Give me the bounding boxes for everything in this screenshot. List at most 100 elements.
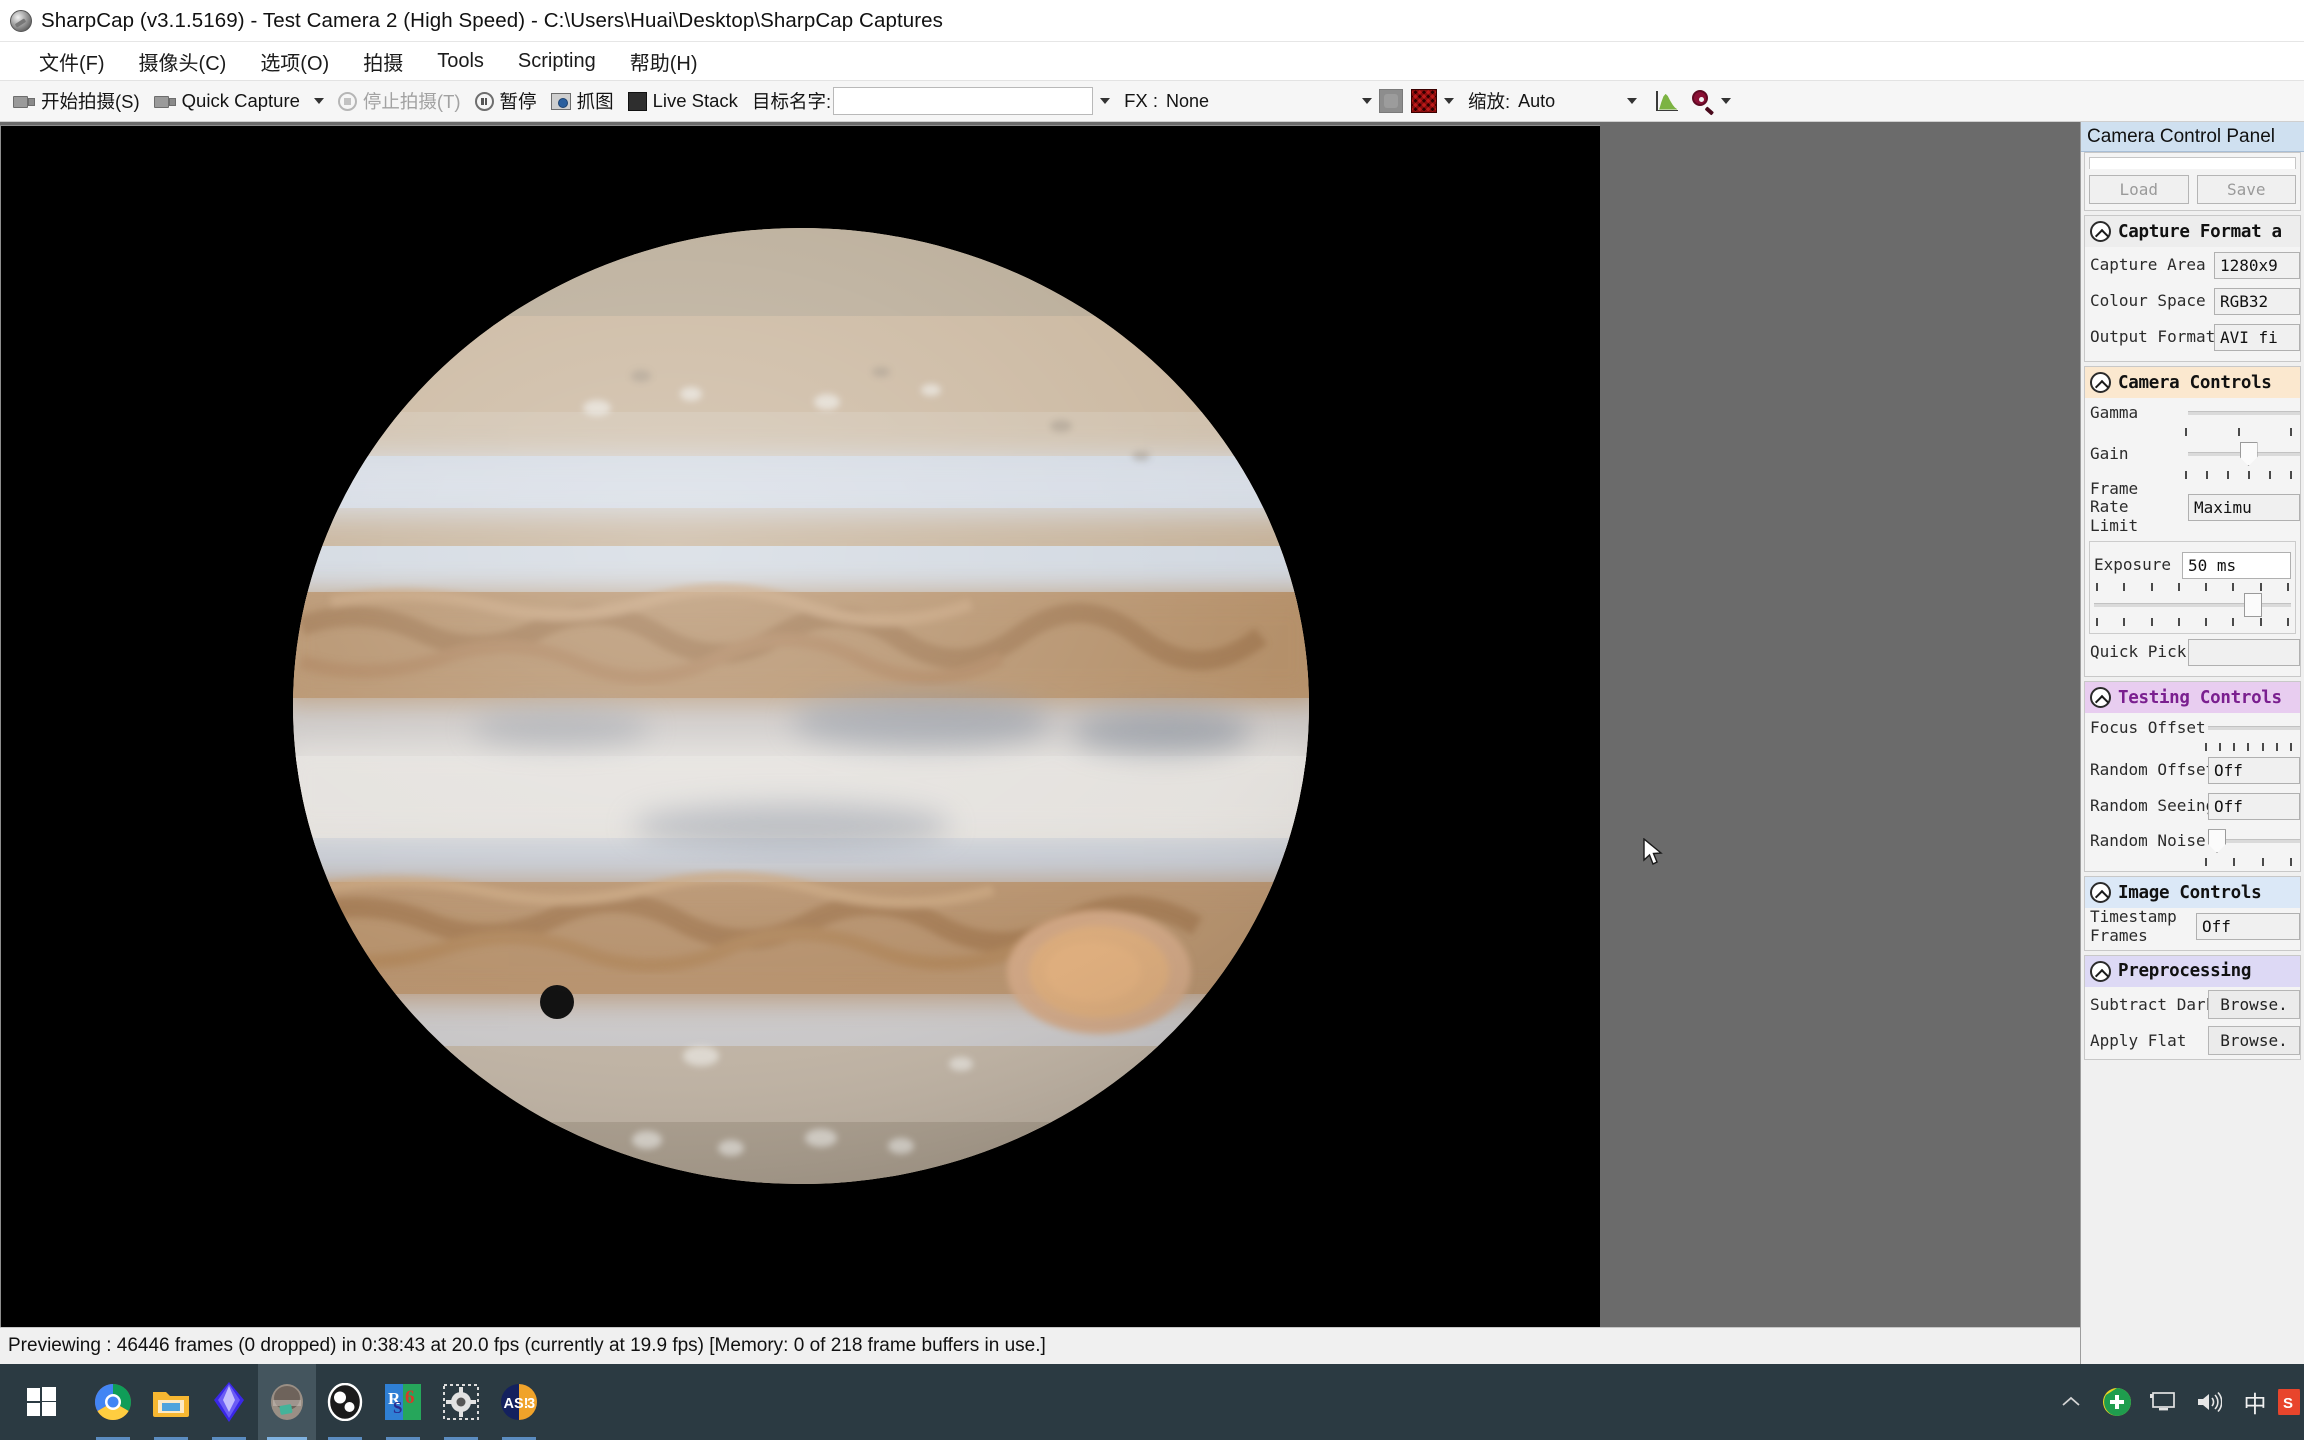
value-quick-picks[interactable] [2188,638,2300,666]
menu-tools[interactable]: Tools [420,46,501,77]
menu-options[interactable]: 选项(O) [243,43,346,80]
live-stack-button[interactable]: Live Stack [621,84,745,118]
ime-chinese-icon[interactable]: 中 [2232,1364,2278,1440]
zoom-select[interactable]: Auto [1512,87,1620,115]
value-exposure[interactable]: 50 ms [2182,551,2291,579]
group-header-preprocessing[interactable]: Preprocessing [2085,955,2300,987]
subtract-dark-browse-button[interactable]: Browse. [2208,990,2300,1020]
file-explorer-icon[interactable] [142,1364,200,1440]
registax-icon[interactable]: R S 6 [374,1364,432,1440]
diamond-app-icon[interactable] [200,1364,258,1440]
value-capture-area[interactable]: 1280x9 [2214,251,2300,279]
row-capture-area: Capture Area 1280x9 [2085,247,2300,283]
live-stack-label: Live Stack [652,90,738,111]
label-subtract-dark: Subtract Dark [2090,994,2216,1014]
quick-capture-button[interactable]: Quick Capture [147,84,307,118]
profile-group: Load Save [2084,152,2301,211]
collapse-chevron-up-icon[interactable] [2090,882,2111,904]
group-title-image-controls: Image Controls [2118,882,2262,903]
fx-label: FX : [1124,90,1158,111]
svg-text:6: 6 [405,1387,415,1408]
start-capture-label: 开始拍摄(S) [41,91,140,112]
menu-camera[interactable]: 摄像头(C) [122,43,244,80]
exposure-slider-ticks-bottom [2094,618,2291,627]
group-header-testing-controls[interactable]: Testing Controls [2085,682,2300,714]
network-monitor-icon[interactable] [2140,1364,2186,1440]
zoom-label-wrap: 缩放: [1461,84,1512,118]
row-output-format: Output Format AVI fi [2085,319,2300,355]
volume-speaker-icon[interactable] [2186,1364,2232,1440]
preview-canvas[interactable] [0,125,1600,1327]
stop-icon [337,91,357,111]
svg-text:S: S [2283,1395,2293,1412]
start-button-icon[interactable] [0,1364,84,1440]
windows-taskbar: R S 6 AS! 3 中 S [0,1364,2304,1440]
collapse-chevron-up-icon[interactable] [2090,960,2111,982]
antivirus-shield-icon[interactable] [2094,1364,2140,1440]
svg-text:AS!: AS! [504,1396,529,1412]
label-random-offset: Random Offset [2090,759,2216,779]
show-hidden-icons-chevron-icon[interactable] [2048,1364,2094,1440]
collapse-chevron-up-icon[interactable] [2090,687,2111,709]
snapshot-button[interactable]: 抓图 [544,84,621,118]
group-header-image-controls[interactable]: Image Controls [2085,877,2300,909]
sharpcap-taskbar-icon[interactable] [258,1364,316,1440]
chrome-icon[interactable] [84,1364,142,1440]
gain-slider[interactable] [2188,439,2300,469]
row-timestamp-frames: Timestamp Frames Off [2085,908,2300,945]
gain-slider-thumb[interactable] [2239,442,2258,466]
value-colour-space[interactable]: RGB32 [2214,287,2300,315]
group-header-camera-controls[interactable]: Camera Controls [2085,367,2300,398]
snapshot-label: 抓图 [576,91,614,112]
collapse-chevron-up-icon[interactable] [2090,221,2111,242]
label-frame-rate-limit: Frame Rate Limit [2090,479,2139,535]
fx-select[interactable]: None [1160,87,1355,115]
value-output-format[interactable]: AVI fi [2214,323,2300,351]
menu-help[interactable]: 帮助(H) [613,43,715,80]
display-red-swatch-button[interactable] [1411,89,1437,113]
group-image-controls: Image Controls Timestamp Frames Off [2084,876,2301,951]
value-frame-rate-limit[interactable]: Maximu [2188,494,2300,522]
magnifier-dropdown-chevron-icon[interactable] [1721,98,1732,104]
menu-file[interactable]: 文件(F) [22,43,122,80]
target-name-dropdown-chevron-icon[interactable] [1100,98,1111,104]
exposure-slider[interactable] [2094,592,2291,618]
apply-flat-browse-button[interactable]: Browse. [2208,1026,2300,1056]
main-toolbar: 开始拍摄(S) Quick Capture 停止拍摄(T) 暂停 抓图 Live… [0,80,2304,122]
target-name-input[interactable] [833,87,1094,115]
row-frame-rate-limit: Frame Rate Limit Maximu [2085,479,2300,535]
zoom-dropdown-chevron-icon[interactable] [1627,98,1638,104]
collapse-chevron-up-icon[interactable] [2090,372,2111,393]
histogram-icon[interactable] [1656,91,1679,111]
save-button[interactable]: Save [2196,175,2296,204]
menu-capture[interactable]: 拍摄 [346,43,420,80]
camera-control-panel-body[interactable]: Load Save Capture Format a Capture Area … [2081,152,2304,1364]
start-capture-button[interactable]: 开始拍摄(S) [6,84,147,118]
value-random-seeing[interactable]: Off [2208,792,2300,820]
load-button[interactable]: Load [2089,175,2189,204]
stop-capture-button[interactable]: 停止拍摄(T) [331,84,468,118]
notification-app-icon[interactable]: S [2278,1364,2304,1440]
display-gray-swatch-button[interactable] [1379,89,1403,113]
group-title-capture-format: Capture Format a [2118,221,2282,242]
zoom-magnifier-icon[interactable] [1692,90,1715,115]
value-timestamp-frames[interactable]: Off [2196,913,2300,941]
pause-button[interactable]: 暂停 [468,84,544,118]
value-random-offset[interactable]: Off [2208,756,2300,784]
svg-text:3: 3 [527,1396,535,1412]
menu-scripting[interactable]: Scripting [501,46,613,77]
obs-icon[interactable] [316,1364,374,1440]
random-noise-slider[interactable] [2208,826,2300,856]
color-swatch-dropdown-chevron-icon[interactable] [1444,98,1454,104]
group-header-capture-format[interactable]: Capture Format a [2085,216,2300,247]
gear-app-icon[interactable] [432,1364,490,1440]
focus-offset-slider-ticks [2203,743,2294,752]
focus-offset-slider[interactable] [2208,713,2300,743]
random-noise-slider-thumb[interactable] [2208,829,2226,854]
exposure-slider-thumb[interactable] [2243,593,2262,618]
gamma-slider[interactable] [2188,398,2300,428]
quick-capture-dropdown-chevron-icon[interactable] [313,98,324,104]
autostakkert-icon[interactable]: AS! 3 [490,1364,548,1440]
profile-combo[interactable] [2089,157,2296,169]
fx-dropdown-chevron-icon[interactable] [1362,98,1372,104]
